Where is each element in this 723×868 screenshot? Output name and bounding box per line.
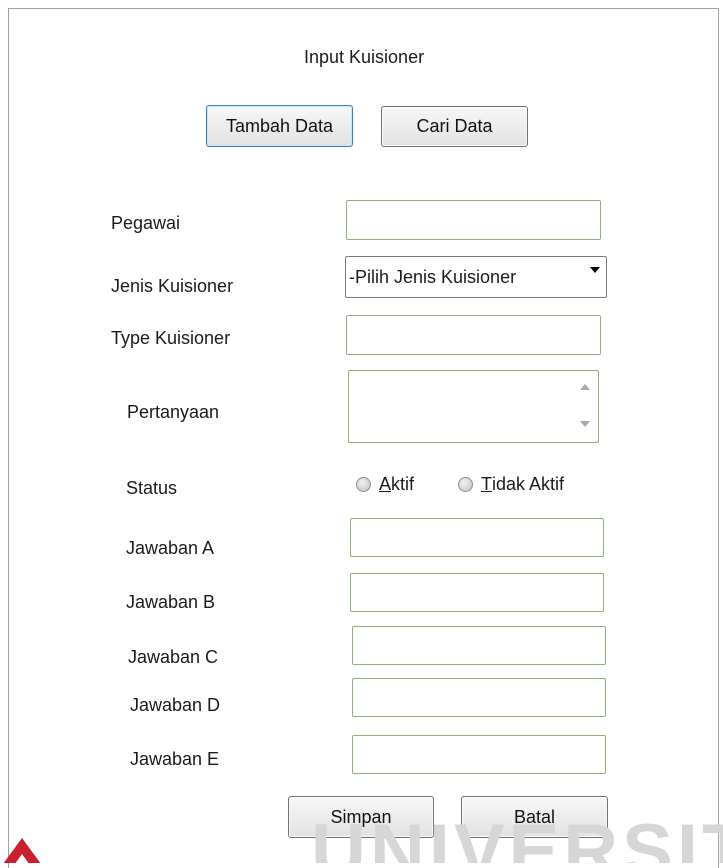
status-tidak-aktif-access-key: T	[481, 474, 492, 494]
add-data-button[interactable]: Tambah Data	[206, 105, 353, 147]
status-aktif-radio[interactable]: Aktif	[356, 474, 414, 495]
jawaban-a-input[interactable]	[350, 518, 604, 557]
status-label: Status	[126, 478, 178, 498]
jawaban-d-input[interactable]	[352, 678, 606, 717]
jawaban-b-input[interactable]	[350, 573, 604, 612]
search-data-button[interactable]: Cari Data	[381, 106, 528, 147]
type-kuisioner-input[interactable]	[346, 315, 601, 355]
jawaban-a-label: Jawaban A	[126, 538, 215, 558]
jenis-kuisioner-label: Jenis Kuisioner	[111, 276, 234, 296]
jawaban-c-input[interactable]	[352, 626, 606, 665]
pertanyaan-label: Pertanyaan	[127, 402, 220, 422]
jawaban-b-label: Jawaban B	[126, 592, 216, 612]
scroll-down-icon[interactable]	[580, 421, 590, 427]
chevron-down-icon[interactable]	[590, 267, 600, 273]
jawaban-e-input[interactable]	[352, 735, 606, 774]
form-title: Input Kuisioner	[304, 47, 425, 67]
pegawai-label: Pegawai	[111, 213, 181, 233]
type-kuisioner-label: Type Kuisioner	[111, 328, 231, 348]
university-logo-icon	[3, 838, 41, 863]
status-tidak-aktif-radio[interactable]: Tidak Aktif	[458, 474, 564, 495]
jenis-kuisioner-select[interactable]: -Pilih Jenis Kuisioner	[345, 256, 607, 298]
pegawai-input[interactable]	[346, 200, 601, 240]
jawaban-d-label: Jawaban D	[130, 695, 221, 715]
status-aktif-label: ktif	[391, 474, 415, 494]
jawaban-e-label: Jawaban E	[130, 749, 220, 769]
radio-circle-icon[interactable]	[356, 477, 371, 492]
pertanyaan-scrollbar[interactable]	[574, 373, 596, 440]
watermark: UNIVERSITAS	[0, 800, 723, 863]
jawaban-c-label: Jawaban C	[128, 647, 219, 667]
watermark-text: UNIVERSITAS	[311, 809, 723, 863]
radio-circle-icon[interactable]	[458, 477, 473, 492]
jenis-kuisioner-selected: -Pilih Jenis Kuisioner	[349, 266, 517, 287]
status-tidak-aktif-label: idak Aktif	[492, 474, 565, 494]
status-aktif-access-key: A	[379, 474, 392, 494]
scroll-up-icon[interactable]	[580, 384, 590, 390]
pertanyaan-textarea[interactable]	[348, 370, 599, 443]
